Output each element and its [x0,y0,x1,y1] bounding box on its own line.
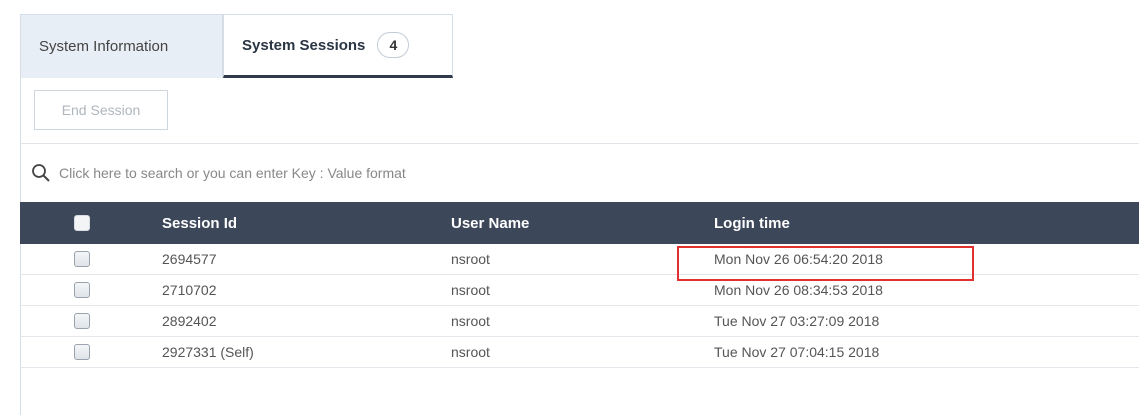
table-row[interactable]: 2927331 (Self) nsroot Tue Nov 27 07:04:1… [20,337,1139,368]
session-id-cell: 2927331 (Self) [162,344,254,360]
session-id-cell: 2710702 [162,282,217,298]
user-name-cell: nsroot [451,313,490,329]
tab-label: System Information [39,38,169,55]
row-checkbox-cell [20,313,144,329]
user-name-cell: nsroot [451,251,490,267]
search-input[interactable]: Click here to search or you can enter Ke… [59,165,406,181]
row-checkbox[interactable] [74,251,90,267]
tab-label: System Sessions [242,36,366,54]
divider [21,143,1139,144]
table-row[interactable]: 2710702 nsroot Mon Nov 26 08:34:53 2018 [20,275,1139,306]
select-all-checkbox[interactable] [74,215,90,231]
column-header-user-name[interactable]: User Name [433,215,696,232]
row-checkbox-cell [20,344,144,360]
tab-system-sessions[interactable]: System Sessions 4 [223,14,453,78]
login-time-cell: Tue Nov 27 03:27:09 2018 [714,313,880,329]
column-header-session-id[interactable]: Session Id [144,215,433,232]
login-time-cell: Mon Nov 26 06:54:20 2018 [714,251,883,267]
sessions-table: Session Id User Name Login time 2694577 … [20,202,1139,368]
row-checkbox-cell [20,282,144,298]
row-checkbox[interactable] [74,344,90,360]
login-time-cell: Tue Nov 27 07:04:15 2018 [714,344,880,360]
table-row[interactable]: 2694577 nsroot Mon Nov 26 06:54:20 2018 [20,244,1139,275]
user-name-cell: nsroot [451,344,490,360]
login-time-cell: Mon Nov 26 08:34:53 2018 [714,282,883,298]
select-all-cell [20,215,144,231]
end-session-button[interactable]: End Session [34,90,168,130]
row-checkbox[interactable] [74,282,90,298]
tab-bar: System Information System Sessions 4 [20,14,453,78]
row-checkbox-cell [20,251,144,267]
table-header: Session Id User Name Login time [20,202,1139,244]
session-id-cell: 2694577 [162,251,217,267]
table-row[interactable]: 2892402 nsroot Tue Nov 27 03:27:09 2018 [20,306,1139,337]
search-bar[interactable]: Click here to search or you can enter Ke… [31,160,406,186]
tab-system-information[interactable]: System Information [20,14,223,78]
session-id-cell: 2892402 [162,313,217,329]
session-count-badge: 4 [377,32,410,58]
row-checkbox[interactable] [74,313,90,329]
user-name-cell: nsroot [451,282,490,298]
system-sessions-panel: System Information System Sessions 4 End… [20,14,1139,415]
search-icon [32,164,50,182]
column-header-login-time[interactable]: Login time [696,215,1139,232]
